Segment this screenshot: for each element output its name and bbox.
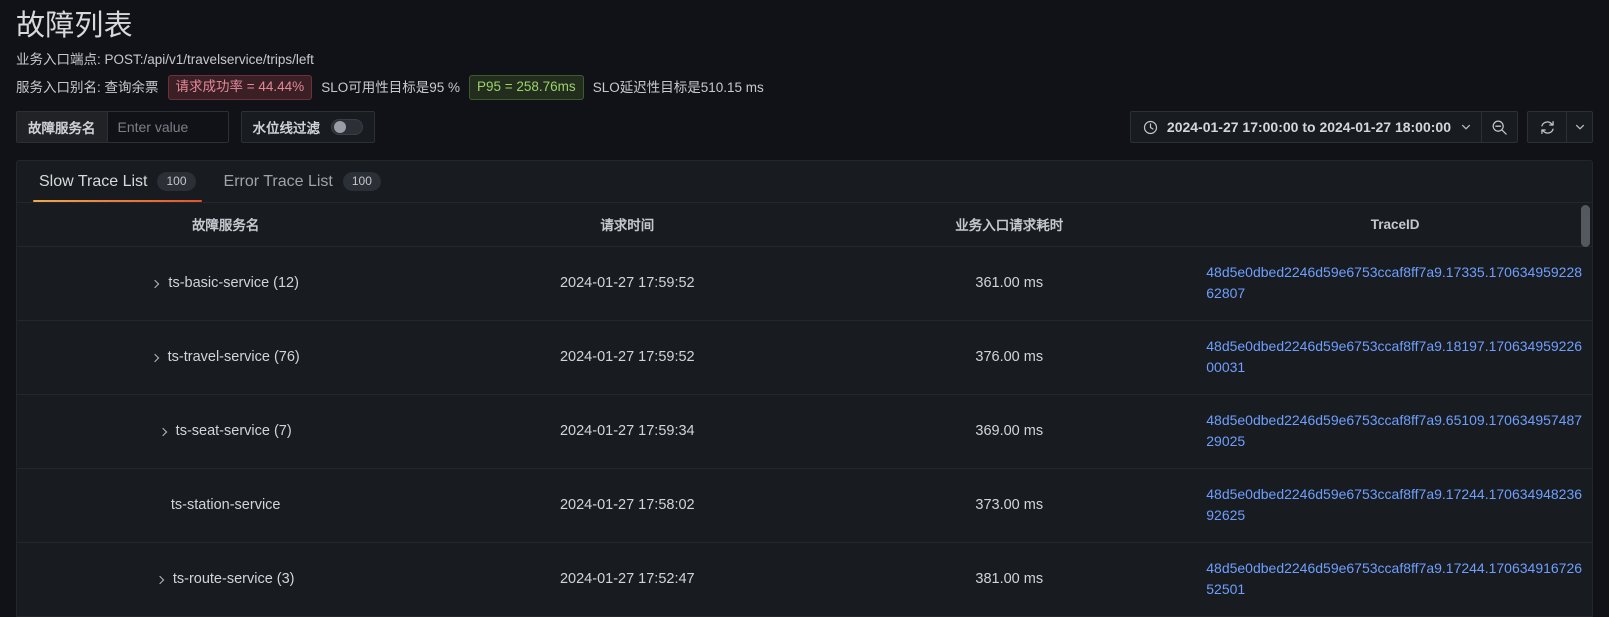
alias-value: 查询余票 <box>104 79 159 95</box>
cell-request-time: 2024-01-27 17:59:52 <box>434 320 821 395</box>
service-cell: ts-seat-service (7) <box>158 421 292 442</box>
cell-traceid: 48d5e0dbed2246d59e6753ccaf8ff7a9.17244.1… <box>1198 542 1592 616</box>
latency-target-text: SLO延迟性目标是510.15 ms <box>592 79 764 95</box>
refresh-group <box>1527 111 1593 143</box>
endpoint-value: POST:/api/v1/travelservice/trips/left <box>104 52 314 67</box>
cell-service: ts-basic-service (12) <box>17 246 435 321</box>
trace-table-body: ts-basic-service (12) 2024-01-27 17:59:52… <box>17 246 1592 616</box>
trace-list-panel: Slow Trace List 100 Error Trace List 100… <box>16 160 1593 617</box>
vertical-scrollbar[interactable] <box>1581 203 1590 616</box>
traceid-link[interactable]: 48d5e0dbed2246d59e6753ccaf8ff7a9.17244.1… <box>1206 484 1584 526</box>
refresh-icon <box>1539 119 1556 136</box>
tab-count-badge: 100 <box>157 172 196 191</box>
page-header: 故障列表 业务入口端点: POST:/api/v1/travelservice/… <box>0 0 1609 100</box>
cell-duration: 373.00 ms <box>820 468 1199 543</box>
table-row[interactable]: ts-station-service 2024-01-27 17:58:02 373… <box>17 468 1592 543</box>
column-header-service[interactable]: 故障服务名 <box>17 203 435 247</box>
time-controls: 2024-01-27 17:00:00 to 2024-01-27 18:00:… <box>1129 111 1593 143</box>
watermark-filter-label: 水位线过滤 <box>252 121 321 136</box>
time-range-picker[interactable]: 2024-01-27 17:00:00 to 2024-01-27 18:00:… <box>1129 111 1482 143</box>
cell-service: ts-route-service (3) <box>17 542 435 616</box>
endpoint-label: 业务入口端点: <box>16 52 105 67</box>
trace-table: 故障服务名 请求时间 业务入口请求耗时 TraceID ts-basic-ser… <box>17 203 1592 616</box>
switch-knob <box>334 121 346 133</box>
service-cell: ts-travel-service (76) <box>150 347 300 368</box>
scrollbar-thumb[interactable] <box>1581 205 1590 247</box>
column-header-request-time[interactable]: 请求时间 <box>434 203 821 247</box>
chevron-right-icon[interactable] <box>150 353 159 362</box>
zoom-out-icon <box>1491 119 1508 136</box>
zoom-out-button[interactable] <box>1482 111 1518 143</box>
chevron-down-icon <box>1574 121 1586 133</box>
chevron-right-icon[interactable] <box>158 427 167 436</box>
cell-request-time: 2024-01-27 17:59:52 <box>434 246 821 321</box>
clock-icon <box>1143 120 1158 135</box>
service-cell: ts-basic-service (12) <box>151 273 299 294</box>
column-header-duration[interactable]: 业务入口请求耗时 <box>820 203 1199 247</box>
service-name-input[interactable] <box>107 112 228 142</box>
service-name: ts-travel-service (76) <box>167 349 300 366</box>
chevron-down-icon <box>1460 121 1472 133</box>
chevron-right-icon[interactable] <box>151 279 160 288</box>
tab-label: Error Trace List <box>223 172 333 190</box>
alias-label: 服务入口别名: <box>16 79 105 95</box>
cell-duration: 361.00 ms <box>820 246 1199 321</box>
tab-label: Slow Trace List <box>39 172 148 190</box>
app-root: 故障列表 业务入口端点: POST:/api/v1/travelservice/… <box>0 0 1609 617</box>
trace-table-scroll-area: 故障服务名 请求时间 业务入口请求耗时 TraceID ts-basic-ser… <box>17 203 1592 616</box>
filter-bar: 故障服务名 水位线过滤 2024-01-27 17:00:00 to 2024-… <box>0 105 1609 151</box>
tab-slow-trace-list[interactable]: Slow Trace List 100 <box>25 161 210 202</box>
success-rate-badge: 请求成功率 = 44.44% <box>167 75 313 100</box>
service-name: ts-station-service <box>170 497 281 513</box>
service-name: ts-seat-service (7) <box>175 423 292 440</box>
traceid-link[interactable]: 48d5e0dbed2246d59e6753ccaf8ff7a9.17335.1… <box>1206 262 1584 304</box>
service-name: ts-basic-service (12) <box>168 275 299 292</box>
cell-service: ts-travel-service (76) <box>17 320 435 395</box>
table-header-row: 故障服务名 请求时间 业务入口请求耗时 TraceID <box>17 203 1592 247</box>
traceid-link[interactable]: 48d5e0dbed2246d59e6753ccaf8ff7a9.18197.1… <box>1206 336 1584 378</box>
trace-table-head: 故障服务名 请求时间 业务入口请求耗时 TraceID <box>17 203 1592 247</box>
service-name: ts-route-service (3) <box>172 571 295 588</box>
cell-request-time: 2024-01-27 17:52:47 <box>434 542 821 616</box>
table-row[interactable]: ts-travel-service (76) 2024-01-27 17:59:5… <box>17 320 1592 395</box>
table-row[interactable]: ts-basic-service (12) 2024-01-27 17:59:52… <box>17 246 1592 321</box>
refresh-interval-dropdown[interactable] <box>1566 112 1592 142</box>
tab-bar: Slow Trace List 100 Error Trace List 100 <box>17 161 1592 203</box>
page-title: 故障列表 <box>16 10 133 42</box>
table-row[interactable]: ts-seat-service (7) 2024-01-27 17:59:34 36… <box>17 394 1592 469</box>
slo-line: 服务入口别名: 查询余票 请求成功率 = 44.44% SLO可用性目标是95 … <box>16 75 1593 100</box>
cell-traceid: 48d5e0dbed2246d59e6753ccaf8ff7a9.17335.1… <box>1198 246 1592 321</box>
cell-service: ts-seat-service (7) <box>17 394 435 469</box>
column-header-traceid[interactable]: TraceID <box>1198 203 1592 247</box>
tab-count-badge: 100 <box>342 172 381 191</box>
service-cell: ts-route-service (3) <box>155 569 295 590</box>
cell-traceid: 48d5e0dbed2246d59e6753ccaf8ff7a9.17244.1… <box>1198 468 1592 543</box>
cell-request-time: 2024-01-27 17:59:34 <box>434 394 821 469</box>
service-name-filter: 故障服务名 <box>16 111 229 143</box>
availability-target-text: SLO可用性目标是95 % <box>321 79 460 95</box>
traceid-link[interactable]: 48d5e0dbed2246d59e6753ccaf8ff7a9.17244.1… <box>1206 558 1584 600</box>
cell-duration: 381.00 ms <box>820 542 1199 616</box>
time-range-text: 2024-01-27 17:00:00 to 2024-01-27 18:00:… <box>1166 119 1451 135</box>
refresh-button[interactable] <box>1528 112 1566 142</box>
tab-error-trace-list[interactable]: Error Trace List 100 <box>210 161 395 202</box>
endpoint-line: 业务入口端点: POST:/api/v1/travelservice/trips… <box>16 50 1593 70</box>
service-name-label: 故障服务名 <box>17 112 108 142</box>
service-cell: ts-station-service <box>171 495 281 516</box>
table-row[interactable]: ts-route-service (3) 2024-01-27 17:52:47 3… <box>17 542 1592 616</box>
cell-service: ts-station-service <box>17 468 435 543</box>
traceid-link[interactable]: 48d5e0dbed2246d59e6753ccaf8ff7a9.65109.1… <box>1206 410 1584 452</box>
cell-duration: 376.00 ms <box>820 320 1199 395</box>
watermark-filter-toggle-group[interactable]: 水位线过滤 <box>240 111 375 143</box>
cell-traceid: 48d5e0dbed2246d59e6753ccaf8ff7a9.18197.1… <box>1198 320 1592 395</box>
chevron-right-icon[interactable] <box>155 575 165 584</box>
cell-duration: 369.00 ms <box>820 394 1199 469</box>
p95-badge: P95 = 258.76ms <box>468 75 584 100</box>
watermark-filter-switch[interactable] <box>331 119 363 135</box>
cell-request-time: 2024-01-27 17:58:02 <box>434 468 821 543</box>
cell-traceid: 48d5e0dbed2246d59e6753ccaf8ff7a9.65109.1… <box>1198 394 1592 469</box>
